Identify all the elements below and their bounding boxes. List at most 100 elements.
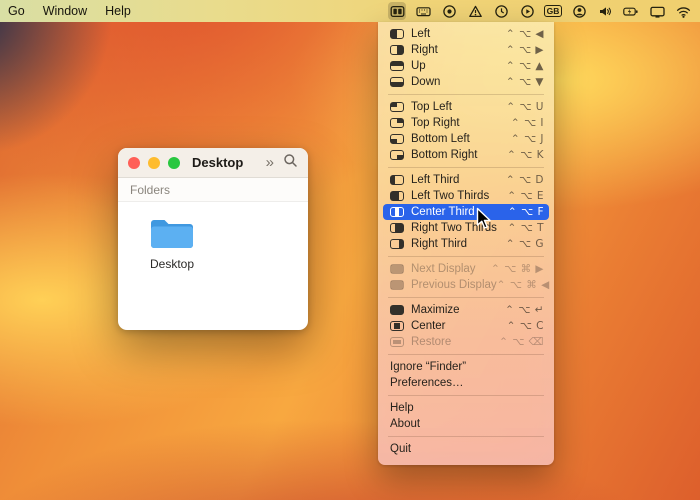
minimize-button[interactable] (148, 156, 160, 169)
menubar-left: Go Window Help (8, 4, 131, 18)
menu-item-up[interactable]: Up ⌃ ⌥ ▲ (378, 58, 554, 74)
window-position-icon (390, 207, 404, 217)
menu-item-right-third[interactable]: Right Third ⌃ ⌥ G (378, 236, 554, 252)
play-icon[interactable] (518, 2, 536, 20)
window-position-icon (390, 280, 404, 290)
menu-item-top-left[interactable]: Top Left ⌃ ⌥ U (378, 99, 554, 115)
window-position-icon (390, 191, 404, 201)
volume-icon[interactable] (596, 2, 614, 20)
rectangle-menu-icon[interactable] (388, 2, 406, 20)
menu-item-preferences[interactable]: Preferences… (378, 375, 554, 391)
menu-item-label: Top Left (411, 101, 452, 113)
menu-item-shortcut: ⌃ ⌥ G (505, 238, 544, 250)
menu-item-next-display: Next Display ⌃ ⌥ ⌘ ▶ (378, 261, 554, 277)
menu-separator (388, 395, 544, 396)
menu-item-top-right[interactable]: Top Right ⌃ ⌥ I (378, 115, 554, 131)
rectangle-menu: Left ⌃ ⌥ ◀ Right ⌃ ⌥ ▶ Up ⌃ ⌥ ▲ Down ⌃ ⌥… (378, 22, 554, 465)
menu-item-help[interactable]: Help (378, 400, 554, 416)
battery-icon[interactable] (622, 2, 640, 20)
menu-item-previous-display: Previous Display ⌃ ⌥ ⌘ ◀ (378, 277, 554, 293)
desktop: Go Window Help GB Desktop » Folders Desk… (0, 0, 700, 500)
menu-item-label: About (390, 418, 421, 430)
menu-item-shortcut: ⌃ ⌥ ⌘ ◀ (496, 279, 550, 291)
menu-item-shortcut: ⌃ ⌥ C (506, 320, 544, 332)
window-position-icon (390, 45, 404, 55)
menu-item-right[interactable]: Right ⌃ ⌥ ▶ (378, 42, 554, 58)
user-account-icon[interactable] (570, 2, 588, 20)
menu-item-shortcut: ⌃ ⌥ ◀ (505, 28, 544, 40)
menu-item-left-third[interactable]: Left Third ⌃ ⌥ D (378, 172, 554, 188)
display-icon[interactable] (648, 2, 666, 20)
menu-item-label: Center Third (411, 206, 475, 218)
menu-item-shortcut: ⌃ ⌥ T (507, 222, 544, 234)
menu-item-label: Center (411, 320, 446, 332)
menu-item-center[interactable]: Center ⌃ ⌥ C (378, 318, 554, 334)
menu-item-right-two-thirds[interactable]: Right Two Thirds ⌃ ⌥ T (378, 220, 554, 236)
menu-item-center-third[interactable]: Center Third ⌃ ⌥ F (383, 204, 549, 220)
menubar-item-help[interactable]: Help (105, 4, 131, 18)
window-position-icon (390, 77, 404, 87)
menu-separator (388, 167, 544, 168)
window-position-icon (390, 150, 404, 160)
menu-item-label: Right Third (411, 238, 468, 250)
window-position-icon (390, 223, 404, 233)
alert-icon[interactable] (466, 2, 484, 20)
window-position-icon (390, 239, 404, 249)
menu-item-bottom-left[interactable]: Bottom Left ⌃ ⌥ J (378, 131, 554, 147)
menu-item-label: Next Display (411, 263, 476, 275)
wifi-icon[interactable] (674, 2, 692, 20)
menu-item-maximize[interactable]: Maximize ⌃ ⌥ ↵ (378, 302, 554, 318)
menubar-item-window[interactable]: Window (43, 4, 87, 18)
finder-window: Desktop » Folders Desktop (118, 148, 308, 330)
menu-item-label: Quit (390, 443, 412, 455)
menu-item-label: Maximize (411, 304, 460, 316)
menu-item-down[interactable]: Down ⌃ ⌥ ▼ (378, 74, 554, 90)
desktop-folder-item[interactable]: Desktop (144, 216, 200, 271)
menubar-status-area: GB (388, 2, 692, 20)
menu-item-label: Top Right (411, 117, 460, 129)
menu-item-quit[interactable]: Quit (378, 441, 554, 457)
menu-item-shortcut: ⌃ ⌥ ▲ (505, 60, 544, 72)
menu-item-left-two-thirds[interactable]: Left Two Thirds ⌃ ⌥ E (378, 188, 554, 204)
clock-icon[interactable] (492, 2, 510, 20)
window-position-icon (390, 337, 404, 347)
menu-item-shortcut: ⌃ ⌥ F (507, 206, 544, 218)
menu-item-shortcut: ⌃ ⌥ E (507, 190, 544, 202)
menu-item-restore: Restore ⌃ ⌥ ⌫ (378, 334, 554, 350)
search-icon[interactable] (283, 153, 298, 173)
input-source-label: GB (543, 4, 563, 18)
window-title: Desktop (192, 155, 244, 170)
menubar-item-go[interactable]: Go (8, 4, 25, 18)
section-header: Folders (118, 178, 308, 202)
round-app-icon[interactable] (440, 2, 458, 20)
menu-item-label: Left (411, 28, 431, 40)
close-button[interactable] (128, 156, 140, 169)
menu-item-about[interactable]: About (378, 416, 554, 432)
menu-item-label: Right Two Thirds (411, 222, 497, 234)
window-position-icon (390, 305, 404, 315)
menu-item-label: Down (411, 76, 441, 88)
menu-item-ignore-finder[interactable]: Ignore “Finder” (378, 359, 554, 375)
keyboard-icon[interactable] (414, 2, 432, 20)
window-position-icon (390, 175, 404, 185)
menu-item-left[interactable]: Left ⌃ ⌥ ◀ (378, 26, 554, 42)
menu-item-label: Restore (411, 336, 452, 348)
menu-item-label: Left Third (411, 174, 460, 186)
menu-item-label: Preferences… (390, 377, 464, 389)
menu-item-shortcut: ⌃ ⌥ D (505, 174, 544, 186)
menu-item-label: Bottom Right (411, 149, 478, 161)
input-source-icon[interactable]: GB (543, 2, 563, 20)
window-position-icon (390, 61, 404, 71)
menu-item-shortcut: ⌃ ⌥ K (507, 149, 544, 161)
folder-label: Desktop (149, 257, 195, 271)
menu-item-label: Help (390, 402, 414, 414)
toolbar-overflow-icon[interactable]: » (266, 155, 274, 170)
menu-separator (388, 297, 544, 298)
menu-item-shortcut: ⌃ ⌥ J (510, 133, 544, 145)
titlebar[interactable]: Desktop » (118, 148, 308, 178)
menu-item-shortcut: ⌃ ⌥ U (506, 101, 544, 113)
menu-item-label: Left Two Thirds (411, 190, 490, 202)
menu-item-bottom-right[interactable]: Bottom Right ⌃ ⌥ K (378, 147, 554, 163)
zoom-button[interactable] (168, 156, 180, 169)
window-position-icon (390, 321, 404, 331)
